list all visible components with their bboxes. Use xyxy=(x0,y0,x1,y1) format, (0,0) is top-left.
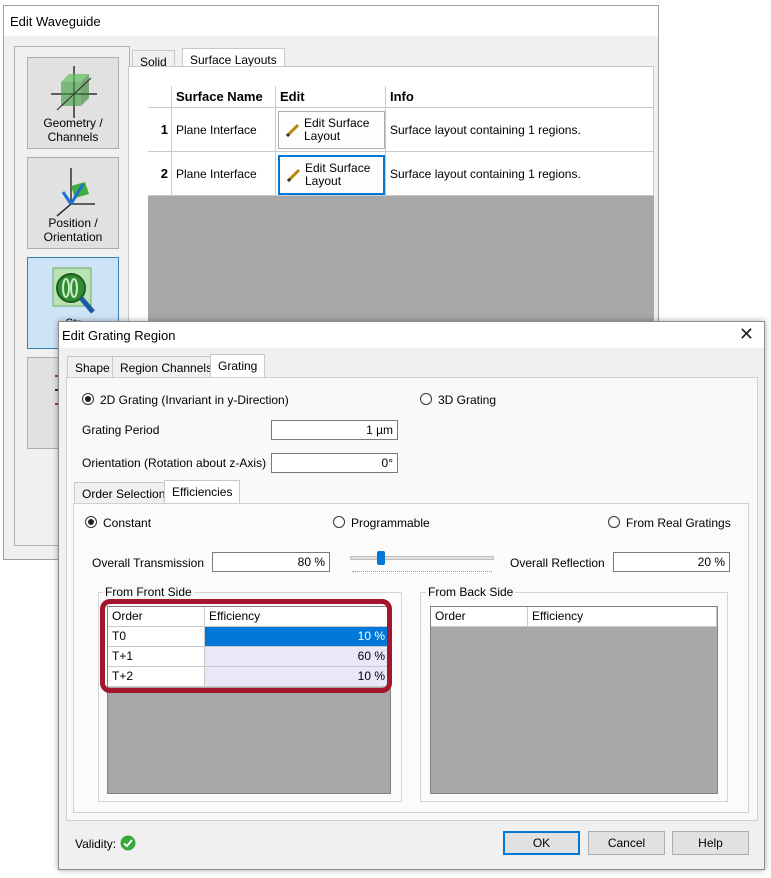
edit-surface-layout-button[interactable]: Edit Surface Layout xyxy=(278,155,385,195)
info-cell: Surface layout containing 1 regions. xyxy=(386,152,654,196)
help-button[interactable]: Help xyxy=(672,831,749,855)
row-index: 1 xyxy=(148,108,172,152)
pencil-icon xyxy=(285,123,300,138)
pencil-icon xyxy=(286,168,301,183)
tab-grating[interactable]: Grating xyxy=(210,354,266,378)
header-info: Info xyxy=(386,86,654,108)
surface-name-cell[interactable]: Plane Interface xyxy=(172,152,276,196)
radio-constant[interactable]: Constant xyxy=(85,516,151,530)
overall-reflection-input[interactable]: 20 % xyxy=(613,552,730,572)
overall-transmission-label: Overall Transmission xyxy=(92,556,205,570)
edit-surface-layout-button[interactable]: Edit Surface Layout xyxy=(278,111,385,149)
window-title: Edit Waveguide xyxy=(10,14,101,29)
annotation-highlight-box xyxy=(100,599,392,693)
row-index: 2 xyxy=(148,152,172,196)
grating-period-input[interactable]: 1 µm xyxy=(271,420,398,440)
position-orientation-button[interactable]: Position / Orientation xyxy=(27,157,119,249)
dialog-title: Edit Grating Region xyxy=(62,328,176,343)
window-title-bar: Edit Waveguide xyxy=(4,6,658,36)
overall-reflection-label: Overall Reflection xyxy=(510,556,605,570)
transmission-slider-track[interactable] xyxy=(350,556,494,560)
geometry-cube-icon xyxy=(51,66,97,118)
header-surface-name: Surface Name xyxy=(172,86,276,108)
info-cell: Surface layout containing 1 regions. xyxy=(386,108,654,152)
check-circle-icon xyxy=(120,835,136,851)
ok-button[interactable]: OK xyxy=(503,831,580,855)
radio-2d-grating[interactable]: 2D Grating (Invariant in y-Direction) xyxy=(82,393,289,407)
position-axes-icon xyxy=(56,168,95,217)
grid-corner xyxy=(148,86,172,108)
radio-from-real-gratings[interactable]: From Real Gratings xyxy=(608,516,731,530)
tab-region-channels[interactable]: Region Channels xyxy=(112,356,221,378)
geometry-channels-button[interactable]: Geometry / Channels xyxy=(27,57,119,149)
front-side-title: From Front Side xyxy=(103,585,194,599)
orientation-label: Orientation (Rotation about z-Axis) xyxy=(82,456,267,470)
orientation-input[interactable]: 0° xyxy=(271,453,398,473)
surface-name-cell[interactable]: Plane Interface xyxy=(172,108,276,152)
overall-transmission-input[interactable]: 80 % xyxy=(212,552,330,572)
cancel-button[interactable]: Cancel xyxy=(588,831,665,855)
back-header-efficiency: Efficiency xyxy=(528,607,717,627)
radio-programmable[interactable]: Programmable xyxy=(333,516,430,530)
transmission-slider-thumb[interactable] xyxy=(377,551,386,565)
grating-period-label: Grating Period xyxy=(82,423,160,437)
validity-label: Validity: xyxy=(75,837,117,851)
header-edit: Edit xyxy=(276,86,386,108)
structure-magnifier-icon xyxy=(52,267,95,314)
close-icon[interactable]: ✕ xyxy=(739,324,754,344)
tab-order-selection[interactable]: Order Selection xyxy=(74,482,174,504)
back-side-title: From Back Side xyxy=(426,585,516,599)
dialog-title-bar: Edit Grating Region ✕ xyxy=(59,322,764,348)
radio-3d-grating[interactable]: 3D Grating xyxy=(420,393,496,407)
tab-efficiencies[interactable]: Efficiencies xyxy=(164,480,241,504)
slider-ticks xyxy=(352,568,492,572)
back-side-table: Order Efficiency xyxy=(430,606,718,794)
back-header-order: Order xyxy=(431,607,528,627)
tab-shape[interactable]: Shape xyxy=(67,356,118,378)
